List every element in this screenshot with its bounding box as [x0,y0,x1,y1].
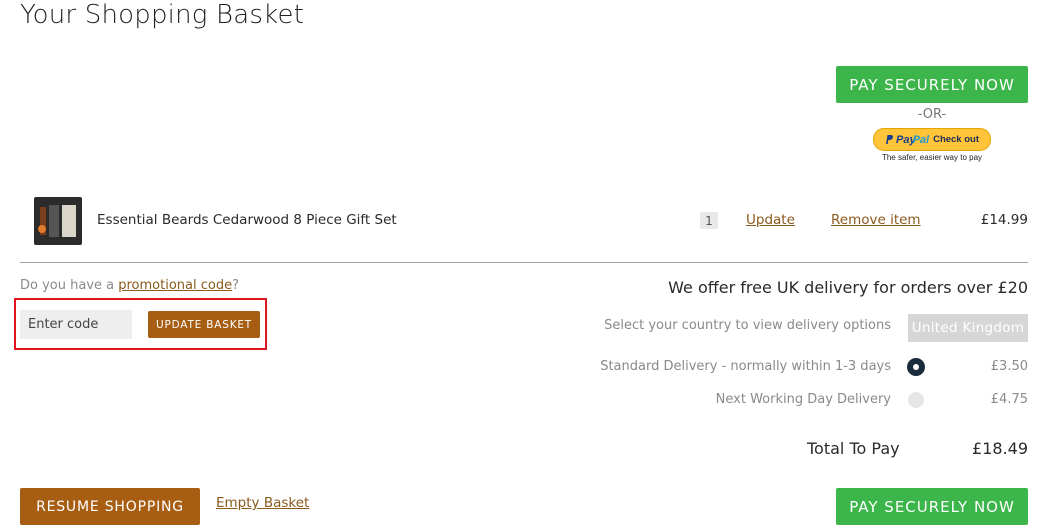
paypal-checkout-label: Check out [933,134,980,145]
next-day-delivery-label: Next Working Day Delivery [715,392,891,407]
paypal-checkout-button[interactable]: Pay Pal Check out [873,128,991,151]
next-day-delivery-radio[interactable] [908,392,924,408]
standard-delivery-radio[interactable] [908,359,924,375]
country-select[interactable]: United Kingdom [908,314,1028,342]
standard-delivery-price: £3.50 [990,359,1028,374]
promotional-code-link[interactable]: promotional code [118,278,232,293]
product-name[interactable]: Essential Beards Cedarwood 8 Piece Gift … [97,212,397,228]
product-thumbnail[interactable] [34,197,82,245]
pay-securely-button-bottom[interactable]: PAY SECURELY NOW [836,488,1028,525]
resume-shopping-button[interactable]: RESUME SHOPPING [20,488,200,525]
total-value: £18.49 [972,439,1028,458]
standard-delivery-label: Standard Delivery - normally within 1-3 … [600,359,891,374]
highlight-box [14,298,267,350]
remove-item-link[interactable]: Remove item [831,212,921,228]
item-price: £14.99 [980,212,1028,228]
divider [20,262,1028,263]
empty-basket-link[interactable]: Empty Basket [216,495,309,511]
promo-question: Do you have a promotional code? [20,278,240,293]
paypal-checkout[interactable]: Pay Pal Check out The safer, easier way t… [873,128,991,162]
or-separator: -OR- [917,107,947,122]
update-item-link[interactable]: Update [746,212,795,228]
free-delivery-notice: We offer free UK delivery for orders ove… [668,278,1028,297]
page-title: Your Shopping Basket [20,0,305,30]
paypal-logo-icon: Pay Pal [885,134,929,146]
total-label: Total To Pay [807,439,900,458]
next-day-delivery-price: £4.75 [990,392,1028,407]
paypal-tagline: The safer, easier way to pay [881,153,983,162]
pay-securely-button-top[interactable]: PAY SECURELY NOW [836,66,1028,103]
country-label: Select your country to view delivery opt… [604,318,891,333]
quantity-field[interactable]: 1 [700,212,718,229]
